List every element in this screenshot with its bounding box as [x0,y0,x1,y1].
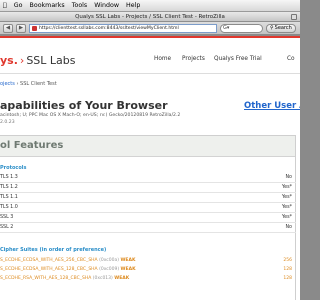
cipher-weak-tag: WEAK [114,276,130,281]
panel-header: ol Features [0,136,295,157]
zoom-button[interactable] [291,14,297,20]
cipher-bits: 256 [283,258,292,263]
cipher-code: (0xc00a) [99,258,119,263]
menu-window[interactable]: Window [91,2,123,9]
brand-prefix: ys. [0,54,18,67]
protocol-row: TLS 1.3 No [0,174,296,183]
user-agent-string: acintosh; U; PPC Mac OS X Mach-O; en-US;… [0,113,181,118]
cipher-code: (0xc009) [99,267,120,272]
window-title: Qualys SSL Labs - Projects / SSL Client … [75,13,225,20]
version-text: 2.0.23 [0,120,15,125]
protocol-value: Yes* [281,215,292,220]
nav-free-trial[interactable]: Qualys Free Trial [214,56,262,62]
protocol-name: SSL 2 [0,225,14,230]
browser-toolbar: ◀ ▶ https://clienttest.ssllabs.com:8443/… [0,22,300,35]
window-titlebar: Qualys SSL Labs - Projects / SSL Client … [0,12,300,22]
protocols-section-title: Protocols [0,165,27,171]
protocol-name: TLS 1.1 [0,195,18,200]
protocol-features-panel: ol Features Protocols TLS 1.3 No TLS 1.2… [0,135,296,300]
cipher-name-cell: S_ECDHE_ECDSA_WITH_AES_256_CBC_SHA (0xc0… [0,258,135,263]
panel-title: ol Features [0,140,64,151]
protocol-row: SSL 2 No [0,224,296,233]
cipher-weak-tag: WEAK [120,258,136,263]
brand-name: SSL Labs [26,54,76,67]
mac-menubar:  Go Bookmarks Tools Window Help [0,0,300,12]
nav-divider [0,73,300,74]
nav-home[interactable]: Home [154,56,171,62]
nav-projects[interactable]: Projects [182,56,205,62]
menu-bookmarks[interactable]: Bookmarks [26,2,68,9]
search-button-label: Search [274,25,292,31]
cipher-row: S_ECDHE_ECDSA_WITH_AES_128_CBC_SHA (0xc0… [0,266,296,275]
breadcrumb: ojects › SSL Client Test [0,81,57,87]
protocol-row: TLS 1.0 Yes* [0,204,296,213]
cipher-suites-section-title: Cipher Suites (in order of preference) [0,247,107,253]
cipher-code: (0xc013) [92,276,113,281]
search-engine-icon: G▾ [223,25,230,31]
site-logo[interactable]: ys. › SSL Labs [0,54,76,67]
cipher-name: S_ECDHE_RSA_WITH_AES_128_CBC_SHA [0,276,92,281]
url-bar[interactable]: https://clienttest.ssllabs.com:8443/sslt… [29,23,217,33]
apple-menu-icon[interactable]:  [0,2,10,9]
web-page: ys. › SSL Labs Home Projects Qualys Free T… [0,36,300,300]
cipher-name-cell: S_ECDHE_ECDSA_WITH_AES_128_CBC_SHA (0xc0… [0,267,136,272]
protocol-name: TLS 1.3 [0,175,18,180]
forward-arrow-icon[interactable]: ▶ [16,23,26,33]
back-arrow-icon[interactable]: ◀ [3,23,13,33]
cipher-row: S_ECDHE_RSA_WITH_AES_128_CBC_SHA (0xc013… [0,275,296,284]
cipher-weak-tag: WEAK [120,267,136,272]
cipher-name-cell: S_ECDHE_RSA_WITH_AES_128_CBC_SHA (0xc013… [0,276,129,281]
protocol-name: TLS 1.0 [0,205,18,210]
nav-contact[interactable]: Co [287,56,295,62]
protocol-value: Yes* [281,205,292,210]
cipher-name: S_ECDHE_ECDSA_WITH_AES_128_CBC_SHA [0,267,98,272]
protocol-value: No [285,175,292,180]
cipher-name: S_ECDHE_ECDSA_WITH_AES_256_CBC_SHA [0,258,98,263]
protocol-name: TLS 1.2 [0,185,18,190]
header-red-line [0,36,300,38]
url-text: https://clienttest.ssllabs.com:8443/sslt… [39,25,179,31]
protocol-value: Yes* [281,195,292,200]
search-button[interactable]: ⚲ Search [266,23,296,33]
breadcrumb-projects-link[interactable]: ojects [0,81,15,87]
menu-help[interactable]: Help [123,2,144,9]
search-input[interactable]: G▾ [220,23,263,33]
protocol-name: SSL 3 [0,215,14,220]
cipher-bits: 128 [283,276,292,281]
protocol-row: SSL 3 Yes* [0,214,296,223]
protocol-value: Yes* [281,185,292,190]
protocol-value: No [285,225,292,230]
protocol-row: TLS 1.1 Yes* [0,194,296,203]
cipher-bits: 128 [283,267,292,272]
magnifier-icon: ⚲ [270,25,274,31]
other-user-agents-link[interactable]: Other User Age [244,101,300,111]
brand-separator: › [19,54,25,67]
menu-go[interactable]: Go [10,2,26,9]
site-favicon-icon [32,25,37,31]
protocol-row: TLS 1.2 Yes* [0,184,296,193]
menu-tools[interactable]: Tools [68,2,91,9]
cipher-row: S_ECDHE_ECDSA_WITH_AES_256_CBC_SHA (0xc0… [0,257,296,266]
breadcrumb-current: SSL Client Test [20,81,57,87]
page-title: apabilities of Your Browser [0,99,168,112]
